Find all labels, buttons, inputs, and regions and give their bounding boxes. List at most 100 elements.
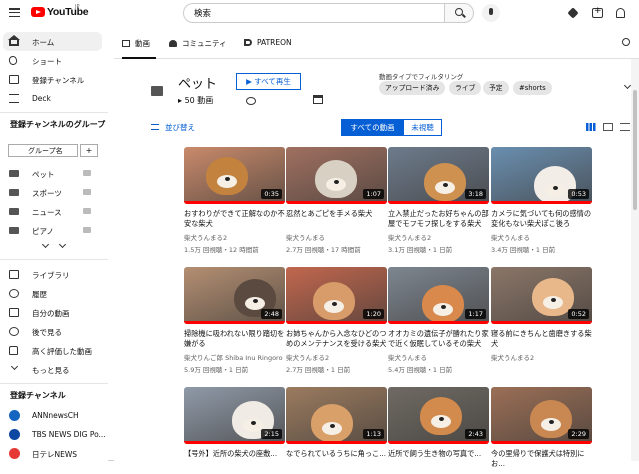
open-group-icon[interactable] [83,170,91,176]
list-view-icon[interactable] [603,123,613,131]
tab-community[interactable]: コミュニティ [169,28,227,59]
channel-name[interactable]: 柴犬りんご郎 Shiba Inu Ringoro [184,352,286,362]
open-group-icon[interactable] [83,189,91,195]
channel-name[interactable]: 柴犬うんまる2 [491,352,593,362]
sidebar-group-news[interactable]: ニュース [3,202,102,221]
sidebar-item-show-more[interactable]: もっと見る [3,360,102,379]
video-title[interactable]: 掃除機に吸われない限り踏切を嫌がる [184,329,286,348]
tag-icon[interactable] [567,7,579,19]
video-card[interactable]: 0:52 寝る前にきちんと歯磨きする柴犬柴犬うんまる2 [491,267,593,364]
video-title[interactable]: カメラに気づいても何の感情の変化もない柴犬ぽこ後ろ [491,209,593,228]
channel-name[interactable]: 柴犬うんまる [388,352,490,362]
video-thumbnail[interactable]: 0:52 [491,267,592,324]
open-group-icon[interactable] [83,227,91,233]
sidebar-item-watch-later[interactable]: 後で見る [3,322,102,341]
chip-live[interactable]: ライブ [449,81,482,95]
video-title[interactable]: お姉ちゃんから入念なひどのつめのメンテナンスを受ける柴犬 [286,329,388,348]
video-title[interactable]: オオカミの遺伝子が勝れたり家で近く仮眠しているその柴犬 [388,329,490,348]
sort-icon[interactable] [151,124,159,130]
voice-search-icon[interactable] [482,4,500,22]
sidebar-item-liked[interactable]: 高く評価した動画 [3,341,102,360]
video-thumbnail[interactable]: 0:35 [184,147,285,204]
video-title[interactable]: 寝る前にきちんと歯磨きする柴犬 [491,329,593,348]
watch-progress-bar [184,201,285,204]
youtube-logo-icon[interactable] [31,7,45,17]
video-thumbnail[interactable]: 0:53 [491,147,592,204]
grid-view-icon[interactable] [586,123,596,131]
sidebar-item-shorts[interactable]: ショート [3,51,102,70]
scrollbar-thumb[interactable] [633,90,637,210]
sidebar-item-deck[interactable]: Deck [3,89,102,108]
sidebar-item-library[interactable]: ライブラリ [3,265,102,284]
video-title[interactable]: 【号外】近所の柴犬の座敷... [184,449,286,468]
chip-scheduled[interactable]: 予定 [483,81,509,95]
video-title[interactable]: 近所で飼う生き物の写真で... [388,449,490,468]
subscription-item[interactable]: TBS NEWS DIG Po... [3,425,106,444]
chevron-down-icon[interactable] [623,81,632,90]
play-all-button[interactable]: ▶ すべて再生 [236,73,301,90]
divider [0,383,108,384]
chevron-down-icon[interactable] [58,240,67,249]
sidebar-group-sports[interactable]: スポーツ [3,183,102,202]
sidebar-group-piano[interactable]: ピアノ [3,221,102,240]
video-card[interactable]: 3:18 立入禁止だったお好ちゃんの部屋でモフモフ探しをする柴犬 柴犬うんまる2 3.… [388,147,490,254]
all-videos-toggle[interactable]: すべての動画 [341,119,404,136]
channel-name[interactable]: 柴犬うんまる [286,232,388,242]
video-card[interactable]: 0:35 おすわりができて正解なのか不安な柴犬 柴犬うんまる2 1.5万 回視聴・12… [184,147,286,254]
history-icon[interactable] [246,97,256,105]
sidebar-group-pets[interactable]: ペット [3,164,102,183]
unwatched-toggle[interactable]: 未視聴 [403,119,442,136]
video-title[interactable]: なでられているうちに角っこ... [286,449,388,468]
add-group-button[interactable]: + [80,144,98,157]
sidebar-item-your-videos[interactable]: 自分の動画 [3,303,102,322]
video-card[interactable]: 0:53 カメラに気づいても何の感情の変化もない柴犬ぽこ後ろ 柴犬うんまる 3.4万 … [491,147,593,254]
chevron-down-icon[interactable] [41,240,50,249]
video-thumbnail[interactable]: 1:17 [388,267,489,324]
video-title[interactable]: おすわりができて正解なのか不安な柴犬 [184,209,286,228]
chip-shorts[interactable]: #shorts [513,81,552,95]
sidebar-item-home[interactable]: ホーム [3,32,102,51]
channel-name[interactable]: 柴犬うんまる2 [184,232,286,242]
open-group-icon[interactable] [83,208,91,214]
create-icon[interactable] [592,6,603,18]
deck-icon [9,94,19,103]
compact-view-icon[interactable] [620,123,630,131]
search-button[interactable] [444,3,474,23]
group-name-input[interactable]: グループ名 [8,144,78,157]
chip-uploaded[interactable]: アップロード済み [379,81,446,95]
video-title[interactable]: 今の里帰りで保護犬は特別にお... [491,449,593,468]
video-card[interactable]: 2:48 掃除機に吸われない限り踏切を嫌がる柴犬りんご郎 Shiba Inu Ri… [184,267,286,374]
subscription-label: ANNnewsCH [32,411,79,420]
subscription-item[interactable]: ANNnewsCH [3,406,102,425]
channel-name[interactable]: 柴犬うんまる2 [388,232,490,242]
video-thumbnail[interactable]: 2:29 [491,387,592,444]
video-thumbnail[interactable]: 1:20 [286,267,387,324]
menu-icon[interactable] [9,8,20,18]
video-title[interactable]: 忍然とあごピを手メる柴犬 [286,209,388,228]
video-thumbnail[interactable]: 2:48 [184,267,285,324]
search-icon[interactable] [622,38,630,46]
video-card[interactable]: 1:07 忍然とあごピを手メる柴犬 柴犬うんまる 2.7万 回視聴・17 時間前 [286,147,388,254]
video-thumbnail[interactable]: 3:18 [388,147,489,204]
subscription-item[interactable]: 日テレNEWS [3,444,102,463]
video-thumbnail[interactable]: 2:15 [184,387,285,444]
calendar-icon[interactable] [313,95,323,104]
youtube-logo-text[interactable]: YouTube [47,6,89,18]
tab-patreon[interactable]: PATREON [244,28,292,59]
channel-name[interactable]: 柴犬うんまる2 [286,352,388,362]
video-card[interactable]: 1:17 オオカミの遺伝子が勝れたり家で近く仮眠しているその柴犬 柴犬うんまる 5.4… [388,267,490,374]
video-card[interactable]: 1:20 お姉ちゃんから入念なひどのつめのメンテナンスを受ける柴犬 柴犬うんまる2 2… [286,267,388,374]
home-icon [8,35,20,46]
search-input[interactable]: 検索 [183,3,445,23]
tab-videos[interactable]: 動画 [122,28,156,59]
video-thumbnail[interactable]: 1:13 [286,387,387,444]
video-thumbnail[interactable]: 1:07 [286,147,387,204]
masthead: YouTube JP 検索 [0,0,639,28]
video-title[interactable]: 立入禁止だったお好ちゃんの部屋でモフモフ探しをする柴犬 [388,209,490,228]
notifications-icon[interactable] [616,8,625,18]
sidebar-item-subscriptions[interactable]: 登録チャンネル [3,70,102,89]
video-thumbnail[interactable]: 2:43 [388,387,489,444]
sort-button[interactable]: 並び替え [165,122,195,133]
channel-name[interactable]: 柴犬うんまる [491,232,593,242]
sidebar-item-history[interactable]: 履歴 [3,284,102,303]
